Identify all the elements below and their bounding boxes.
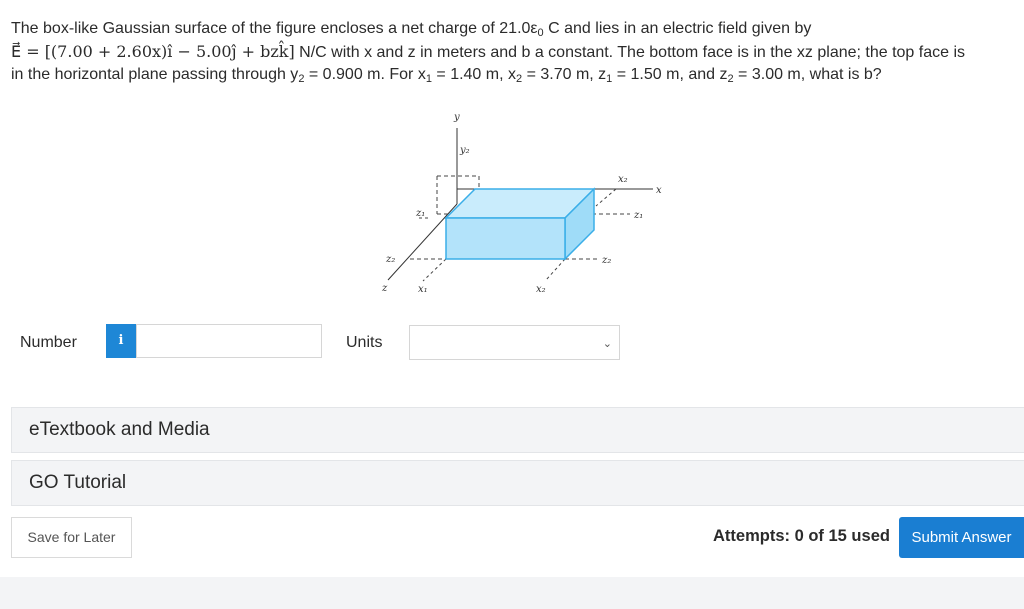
z2-left-label: z₂ — [385, 254, 395, 265]
go-tutorial-panel[interactable]: GO Tutorial — [11, 460, 1024, 506]
etextbook-panel[interactable]: eTextbook and Media — [11, 407, 1024, 453]
question-text-segment: = 3.70 m, z — [522, 66, 607, 83]
submit-answer-button[interactable]: Submit Answer — [899, 517, 1024, 558]
y-axis-label: y — [453, 112, 460, 123]
question-text-segment: in the horizontal plane passing through … — [11, 66, 299, 83]
question-text-segment: = 0.900 m. For x — [304, 66, 426, 83]
footer-band — [0, 577, 1024, 609]
etextbook-label: eTextbook and Media — [29, 419, 210, 440]
question-text-segment: = 1.50 m, and z — [612, 66, 728, 83]
x2-top-guide — [595, 188, 617, 207]
x2-guide — [545, 258, 566, 281]
units-label: Units — [346, 334, 383, 351]
question-line-2: E⃗ = [(7.00 + 2.60x)î − 5.00ĵ + bzk̂] N/… — [11, 40, 1024, 63]
z2-right-label: z₂ — [601, 255, 611, 266]
chevron-down-icon: ⌄ — [602, 338, 612, 350]
x-axis-label: x — [656, 185, 662, 196]
gaussian-box-figure: y y₂ x x₂ z₁ z₁ z₂ z₂ z x₁ x₂ — [366, 108, 686, 304]
x1-label: x₁ — [418, 284, 428, 295]
units-select[interactable]: ⌄ — [409, 325, 620, 360]
number-input[interactable] — [136, 324, 322, 358]
z1-left-label: z₁ — [415, 208, 425, 219]
question-text-segment: N/C with x and z in meters and b a const… — [294, 44, 966, 61]
y2-label: y₂ — [459, 145, 470, 156]
info-icon[interactable]: i — [106, 324, 136, 358]
save-for-later-button[interactable]: Save for Later — [11, 517, 132, 558]
x1-guide — [422, 258, 447, 282]
answer-row: Number i Units ⌄ — [0, 322, 1024, 366]
question-text-segment: C and lies in an electric field given by — [543, 20, 812, 37]
box-front-face — [445, 217, 566, 260]
question-text: The box-like Gaussian surface of the fig… — [11, 17, 1024, 86]
question-line-3: in the horizontal plane passing through … — [11, 63, 1024, 86]
attempts-counter: Attempts: 0 of 15 used — [713, 527, 890, 545]
x2-bottom-label: x₂ — [536, 284, 546, 295]
figure-svg: y y₂ x x₂ z₁ z₁ z₂ z₂ z x₁ x₂ — [381, 112, 662, 295]
x2-top-label: x₂ — [618, 174, 628, 185]
z1-right-label: z₁ — [633, 210, 643, 221]
question-text-segment: = 1.40 m, x — [431, 66, 516, 83]
question-text-segment: The box-like Gaussian surface of the fig… — [11, 20, 538, 37]
z-axis-label: z — [381, 283, 388, 294]
question-text-segment: = 3.00 m, what is b? — [733, 66, 882, 83]
go-tutorial-label: GO Tutorial — [29, 472, 127, 493]
question-line-1: The box-like Gaussian surface of the fig… — [11, 17, 1024, 40]
number-label: Number — [20, 334, 77, 351]
field-equation: E⃗ = [(7.00 + 2.60x)î − 5.00ĵ + bzk̂] — [11, 42, 295, 61]
